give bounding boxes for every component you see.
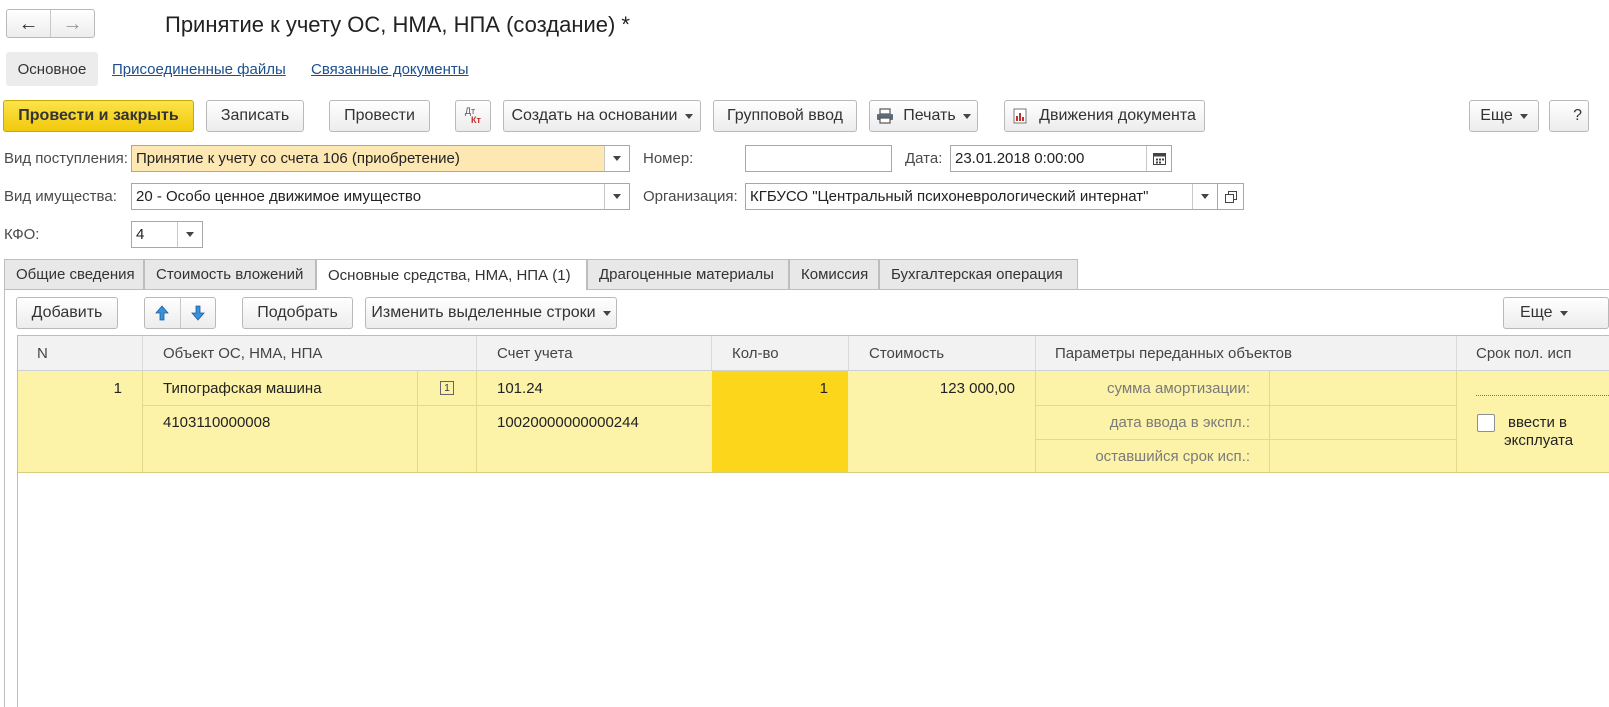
section-tab-main[interactable]: Основное <box>6 52 98 86</box>
chevron-down-icon <box>613 194 621 199</box>
column-header-account[interactable]: Счет учета <box>497 336 573 370</box>
dt-kt-icon: Дт Кт <box>464 106 481 125</box>
commission-checkbox[interactable] <box>1477 414 1495 432</box>
print-button[interactable]: Печать <box>869 100 978 132</box>
column-header-params[interactable]: Параметры переданных объектов <box>1055 336 1292 370</box>
object-card-icon[interactable]: 1 <box>440 381 454 395</box>
table-more-button[interactable]: Еще <box>1503 297 1609 329</box>
property-type-label: Вид имущества: <box>4 188 117 205</box>
open-window-icon <box>1224 190 1237 203</box>
tab-commission[interactable]: Комиссия <box>789 259 879 289</box>
chevron-down-icon <box>1519 113 1528 119</box>
column-header-object[interactable]: Объект ОС, НМА, НПА <box>163 336 322 370</box>
group-input-button[interactable]: Групповой ввод <box>713 100 857 132</box>
report-icon <box>1013 108 1027 124</box>
chevron-down-icon <box>684 113 693 119</box>
param-commission-date-label: дата ввода в экспл.: <box>1109 414 1250 431</box>
column-header-n[interactable]: N <box>37 336 48 370</box>
chevron-down-icon <box>962 113 971 119</box>
cost-value[interactable]: 123 000,00 <box>849 380 1015 397</box>
move-buttons <box>144 297 216 329</box>
column-header-useful-life[interactable]: Срок пол. исп <box>1476 336 1571 370</box>
column-header-qty[interactable]: Кол-во <box>732 336 779 370</box>
receipt-type-label: Вид поступления: <box>4 150 128 167</box>
tab-fixed-assets[interactable]: Основные средства, НМА, НПА (1) <box>316 259 587 290</box>
dt-kt-button[interactable]: Дт Кт <box>455 100 491 132</box>
property-type-select[interactable]: 20 - Особо ценное движимое имущество <box>131 183 630 210</box>
organization-label: Организация: <box>643 188 738 205</box>
section-tab-related-docs[interactable]: Связанные документы <box>311 61 469 78</box>
move-down-button[interactable] <box>181 298 216 328</box>
chevron-down-icon <box>1201 194 1209 199</box>
useful-life-input-line[interactable] <box>1476 395 1609 396</box>
property-type-dropdown-button[interactable] <box>604 184 629 209</box>
create-based-button[interactable]: Создать на основании <box>503 100 701 132</box>
back-button[interactable]: ← <box>7 10 51 37</box>
number-label: Номер: <box>643 150 694 167</box>
move-up-button[interactable] <box>145 298 181 328</box>
commission-checkbox-label-1: ввести в <box>1508 414 1567 431</box>
account-code: 10020000000000244 <box>497 414 639 431</box>
arrow-left-icon: ← <box>18 12 39 35</box>
forward-button[interactable]: → <box>51 10 94 37</box>
document-movements-button[interactable]: Движения документа <box>1004 100 1205 132</box>
row-number: 1 <box>113 380 122 397</box>
printer-icon <box>877 108 894 124</box>
tab-general[interactable]: Общие сведения <box>4 259 144 289</box>
kfo-label: КФО: <box>4 226 40 243</box>
date-input[interactable]: 23.01.2018 0:00:00 <box>950 145 1172 172</box>
receipt-type-dropdown-button[interactable] <box>604 146 629 171</box>
commission-checkbox-label-2: эксплуата <box>1504 432 1574 449</box>
help-button[interactable]: ? <box>1549 100 1589 132</box>
tab-precious-materials[interactable]: Драгоценные материалы <box>587 259 789 289</box>
tab-investment-cost[interactable]: Стоимость вложений <box>144 259 316 289</box>
section-tab-attached-files[interactable]: Присоединенные файлы <box>112 61 286 78</box>
pick-button[interactable]: Подобрать <box>242 297 353 329</box>
chevron-down-icon <box>186 232 194 237</box>
column-header-cost[interactable]: Стоимость <box>869 336 944 370</box>
post-button[interactable]: Провести <box>329 100 430 132</box>
organization-open-button[interactable] <box>1218 183 1244 210</box>
organization-dropdown-button[interactable] <box>1192 184 1217 209</box>
organization-select[interactable]: КГБУСО "Центральный психоневрологический… <box>745 183 1218 210</box>
receipt-type-select[interactable]: Принятие к учету со счета 106 (приобрете… <box>131 145 630 172</box>
kfo-select[interactable]: 4 <box>131 221 203 248</box>
number-input[interactable] <box>745 145 892 172</box>
tab-accounting-operation[interactable]: Бухгалтерская операция <box>879 259 1078 289</box>
param-remaining-life-label: оставшийся срок исп.: <box>1095 448 1250 465</box>
change-selected-rows-button[interactable]: Изменить выделенные строки <box>365 297 617 329</box>
date-label: Дата: <box>905 150 943 167</box>
object-code: 4103110000008 <box>163 414 271 431</box>
arrow-down-icon <box>190 305 205 321</box>
chevron-down-icon <box>1559 310 1568 316</box>
param-amortization-label: сумма амортизации: <box>1107 380 1250 397</box>
post-and-close-button[interactable]: Провести и закрыть <box>3 100 194 132</box>
page-title: Принятие к учету ОС, НМА, НПА (создание)… <box>165 12 630 37</box>
nav-buttons: ← → <box>6 9 95 38</box>
arrow-right-icon: → <box>62 12 83 35</box>
calendar-button[interactable] <box>1146 146 1171 171</box>
add-row-button[interactable]: Добавить <box>16 297 118 329</box>
more-button[interactable]: Еще <box>1469 100 1539 132</box>
kfo-dropdown-button[interactable] <box>177 222 202 247</box>
save-button[interactable]: Записать <box>206 100 304 132</box>
chevron-down-icon <box>613 156 621 161</box>
account[interactable]: 101.24 <box>497 380 543 397</box>
calendar-icon <box>1152 153 1166 165</box>
qty-value: 1 <box>819 380 828 397</box>
object-name[interactable]: Типографская машина <box>163 380 322 397</box>
chevron-down-icon <box>602 310 611 316</box>
arrow-up-icon <box>155 305 170 321</box>
